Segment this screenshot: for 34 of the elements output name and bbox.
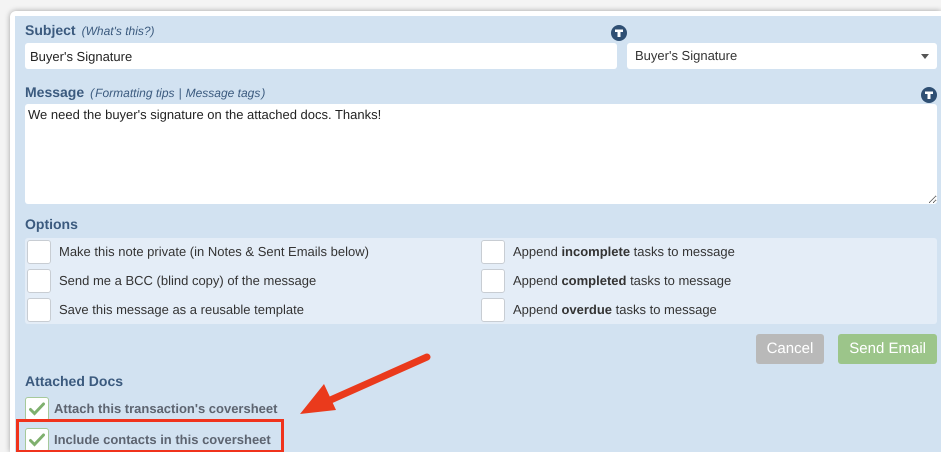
message-label: Message: [25, 83, 84, 102]
checkbox[interactable]: [25, 428, 49, 452]
option-label: Append incomplete tasks to message: [513, 243, 735, 262]
attached-docs-label: Attached Docs: [25, 372, 124, 391]
attachment-option-label: Attach this transaction's coversheet: [54, 400, 278, 418]
attachment-option-label: Include contacts in this coversheet: [54, 431, 271, 450]
checkmark-icon: [29, 402, 45, 416]
checkbox[interactable]: [25, 397, 49, 421]
checkbox[interactable]: [481, 269, 505, 293]
checkbox[interactable]: [481, 240, 505, 264]
t-circle-icon[interactable]: [921, 87, 937, 103]
subject-field[interactable]: Buyer's Signature: [25, 43, 617, 69]
help-link[interactable]: (What's this?): [82, 22, 155, 40]
message-tags-link[interactable]: Message tags: [186, 84, 260, 102]
option-label: Make this note private (in Notes & Sent Emails below): [59, 243, 369, 262]
checkbox[interactable]: [27, 240, 51, 264]
paren: ): [261, 85, 266, 102]
checkbox[interactable]: [27, 298, 51, 322]
message-field[interactable]: We need the buyer's signature on the attached docs. Thanks!: [25, 104, 937, 204]
options-label: Options: [25, 215, 78, 234]
t-circle-icon[interactable]: [611, 25, 627, 41]
subject-label: Subject: [25, 21, 76, 40]
option-label: Append overdue tasks to message: [513, 301, 717, 320]
checkbox[interactable]: [27, 269, 51, 293]
option-label: Append completed tasks to message: [513, 272, 732, 290]
paren: (: [90, 85, 94, 102]
formatting-tips-link[interactable]: Formatting tips: [95, 84, 175, 102]
separator: |: [178, 85, 183, 102]
checkbox[interactable]: [481, 298, 505, 322]
caret-icon: [921, 54, 929, 58]
option-label: Send me a BCC (blind copy) of the message: [59, 272, 316, 290]
option-label: Save this message as a reusable template: [59, 301, 304, 320]
template-dropdown[interactable]: Buyer's Signature: [627, 43, 937, 69]
checkmark-icon: [29, 433, 45, 447]
